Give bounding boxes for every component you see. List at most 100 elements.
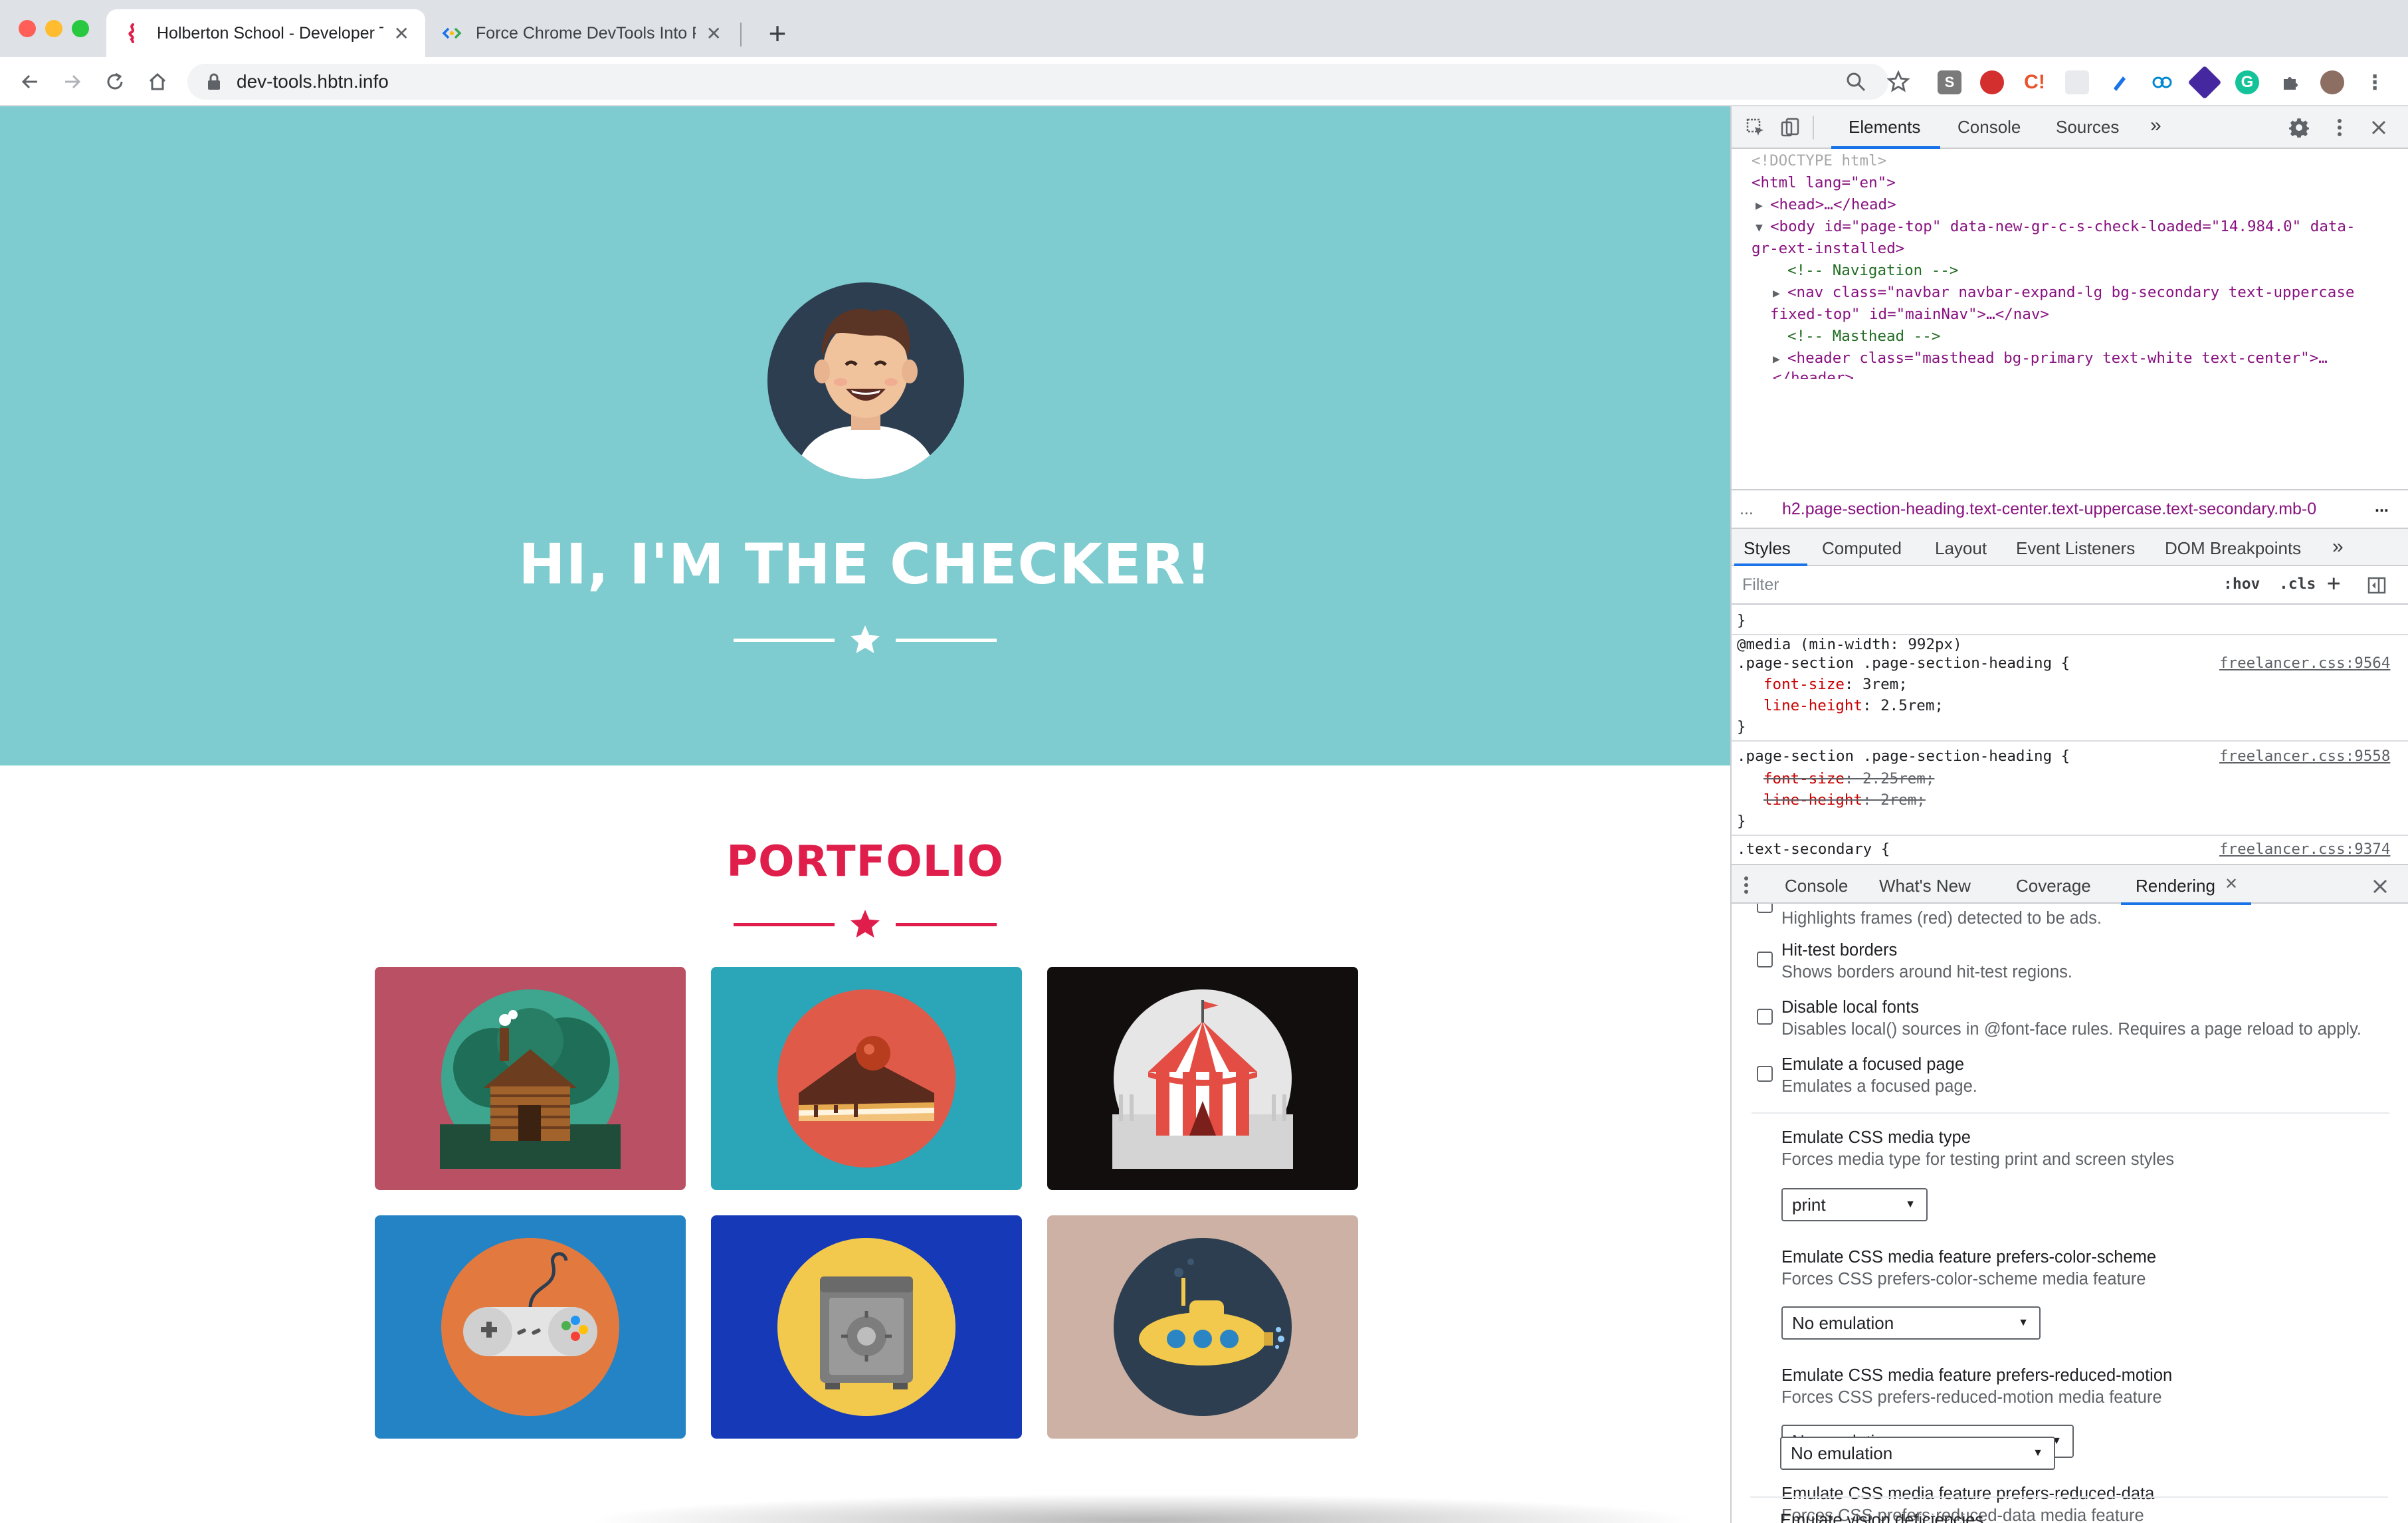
css-property: font-size: [1763, 770, 1845, 787]
tab-close-icon[interactable]: ✕: [706, 23, 722, 45]
drawer-menu-button[interactable]: [1740, 873, 1753, 897]
window-maximize-button[interactable]: [72, 20, 89, 37]
devtools-close-button[interactable]: [2367, 116, 2391, 140]
extension-lastpass-icon[interactable]: [1980, 70, 2004, 94]
portfolio-item-submarine[interactable]: [1047, 1215, 1358, 1439]
portfolio-item-safe[interactable]: [711, 1215, 1022, 1439]
tab-console[interactable]: Console: [1957, 117, 2021, 138]
emulate-focused-page-checkbox[interactable]: [1757, 1066, 1773, 1082]
rule2-source-link[interactable]: freelancer.css:9558: [2219, 746, 2390, 767]
forward-button[interactable]: [56, 65, 89, 98]
devtools-settings-button[interactable]: [2287, 116, 2311, 140]
extension-purple-icon[interactable]: [2187, 65, 2222, 100]
browser-tab-holberton[interactable]: Holberton School - Developer Tools ✕: [106, 9, 425, 57]
drawer-tab-close-icon[interactable]: ✕: [2225, 874, 2238, 894]
back-button[interactable]: [13, 65, 47, 98]
class-toggle-button[interactable]: .cls: [2279, 575, 2316, 593]
ad-highlight-checkbox[interactable]: [1757, 904, 1773, 913]
portfolio-item-cake[interactable]: [711, 967, 1022, 1190]
breadcrumb-scroll-left[interactable]: ...: [1740, 500, 1754, 519]
portfolio-item-cabin[interactable]: [375, 967, 686, 1190]
extension-grid-icon[interactable]: [2065, 70, 2089, 94]
breadcrumb: ... h2.page-section-heading.text-center.…: [1732, 489, 2408, 529]
tab-close-icon[interactable]: ✕: [394, 23, 409, 45]
option-description: Forces CSS prefers-color-scheme media fe…: [1781, 1270, 2146, 1288]
disable-local-fonts-checkbox[interactable]: [1757, 1009, 1773, 1025]
rule2-selector[interactable]: .page-section .page-section-heading {: [1737, 746, 2070, 767]
tab-computed[interactable]: Computed: [1822, 538, 1902, 559]
breadcrumb-selected-element[interactable]: h2.page-section-heading.text-center.text…: [1782, 500, 2316, 519]
chevron-down-icon: ▼: [1905, 1199, 1916, 1210]
expand-triangle-icon[interactable]: ▶: [1756, 195, 1770, 217]
rule2-declaration-font-size[interactable]: font-size: 2.25rem;: [1763, 768, 1934, 790]
breadcrumb-scroll-right[interactable]: ...: [2375, 497, 2389, 516]
new-style-rule-button[interactable]: +: [2327, 570, 2340, 597]
drawer-tab-whats-new[interactable]: What's New: [1879, 876, 1971, 896]
safe-icon: [777, 1238, 955, 1416]
extension-s-icon[interactable]: S: [1938, 70, 1961, 94]
hover-state-button[interactable]: :hov: [2223, 575, 2260, 593]
drawer-tab-console[interactable]: Console: [1785, 876, 1848, 896]
prefers-reduced-data-select[interactable]: No emulation ▼: [1780, 1437, 2055, 1470]
tab-event-listeners[interactable]: Event Listeners: [2016, 538, 2135, 559]
rule1-declaration-line-height[interactable]: line-height: 2.5rem;: [1763, 695, 1944, 717]
tab-dom-breakpoints[interactable]: DOM Breakpoints: [2165, 538, 2301, 559]
rule1-source-link[interactable]: freelancer.css:9564: [2219, 653, 2390, 674]
extension-code-icon[interactable]: C!: [2023, 70, 2047, 94]
dom-head-node[interactable]: ▶ <head>…</head>: [1756, 194, 1896, 217]
rule1-selector[interactable]: .page-section .page-section-heading {: [1737, 653, 2070, 674]
hero-title: HI, I'M THE CHECKER!: [518, 532, 1212, 597]
chrome-menu-button[interactable]: ⋮: [2363, 70, 2387, 94]
rule3-source-link[interactable]: freelancer.css:9374: [2219, 839, 2390, 861]
address-bar[interactable]: dev-tools.hbtn.info: [187, 64, 1888, 100]
browser-tab-force-chrome[interactable]: Force Chrome DevTools Into Prefers ✕: [425, 9, 738, 57]
dom-html-node[interactable]: <html lang="en">: [1752, 172, 1896, 194]
extension-grammarly-icon[interactable]: G: [2235, 70, 2259, 94]
hit-test-borders-checkbox[interactable]: [1757, 952, 1773, 967]
toggle-sidebar-button[interactable]: [2365, 574, 2388, 597]
window-close-button[interactable]: [19, 20, 36, 37]
new-tab-button[interactable]: +: [757, 15, 797, 52]
dom-doctype[interactable]: <!DOCTYPE html>: [1752, 150, 1886, 172]
collapse-triangle-icon[interactable]: ▼: [1756, 217, 1770, 239]
dom-comment-masthead[interactable]: <!-- Masthead -->: [1787, 326, 1940, 348]
rule3-selector[interactable]: .text-secondary {: [1737, 839, 1890, 861]
rule2-declaration-line-height[interactable]: line-height: 2rem;: [1763, 789, 1926, 811]
inspect-element-button[interactable]: [1744, 116, 1767, 140]
expand-triangle-icon[interactable]: ▶: [1773, 348, 1787, 370]
dom-header-node[interactable]: ▶ <header class="masthead bg-primary text…: [1773, 348, 2328, 370]
profile-avatar[interactable]: [2320, 70, 2344, 94]
portfolio-item-circus-tent[interactable]: [1047, 967, 1358, 1190]
bookmark-star-button[interactable]: [1880, 64, 1916, 100]
dom-nav-node[interactable]: ▶ <nav class="navbar navbar-expand-lg bg-…: [1773, 282, 2354, 304]
device-toolbar-button[interactable]: [1778, 116, 1802, 140]
extension-pen-icon[interactable]: [2108, 70, 2132, 94]
more-tabs-button[interactable]: »: [2150, 114, 2161, 137]
styles-filter-input[interactable]: Filter: [1737, 570, 2268, 599]
expand-triangle-icon[interactable]: ▶: [1773, 282, 1787, 304]
dom-body-node[interactable]: ▼ <body id="page-top" data-new-gr-c-s-che…: [1756, 216, 2356, 239]
dom-comment-navigation[interactable]: <!-- Navigation -->: [1787, 260, 1958, 282]
home-button[interactable]: [141, 65, 174, 98]
rule1-declaration-font-size[interactable]: font-size: 3rem;: [1763, 674, 1908, 696]
extensions-puzzle-icon[interactable]: [2278, 70, 2302, 94]
tab-styles[interactable]: Styles: [1744, 538, 1791, 559]
tab-elements[interactable]: Elements: [1849, 117, 1920, 138]
media-type-select[interactable]: print ▼: [1781, 1188, 1928, 1221]
prefers-color-scheme-select[interactable]: No emulation ▼: [1781, 1306, 2041, 1340]
masthead: HI, I'M THE CHECKER!: [0, 106, 1730, 765]
window-minimize-button[interactable]: [45, 20, 62, 37]
tab-layout[interactable]: Layout: [1935, 538, 1987, 559]
devtools-menu-button[interactable]: [2330, 114, 2350, 141]
portfolio-item-game-controller[interactable]: [375, 1215, 686, 1439]
vertical-dots-icon: [1744, 876, 1748, 894]
reload-button[interactable]: [98, 65, 132, 98]
extension-loop-icon[interactable]: [2150, 70, 2174, 94]
drawer-close-button[interactable]: [2368, 874, 2392, 898]
zoom-button[interactable]: [1838, 64, 1874, 100]
drawer-tab-rendering[interactable]: Rendering: [2136, 876, 2215, 896]
prefers-reduced-motion-option: Emulate CSS media feature prefers-reduce…: [1781, 1366, 2172, 1407]
tab-sources[interactable]: Sources: [2056, 117, 2119, 138]
drawer-tab-coverage[interactable]: Coverage: [2016, 876, 2091, 896]
more-style-tabs-button[interactable]: »: [2332, 536, 2344, 558]
